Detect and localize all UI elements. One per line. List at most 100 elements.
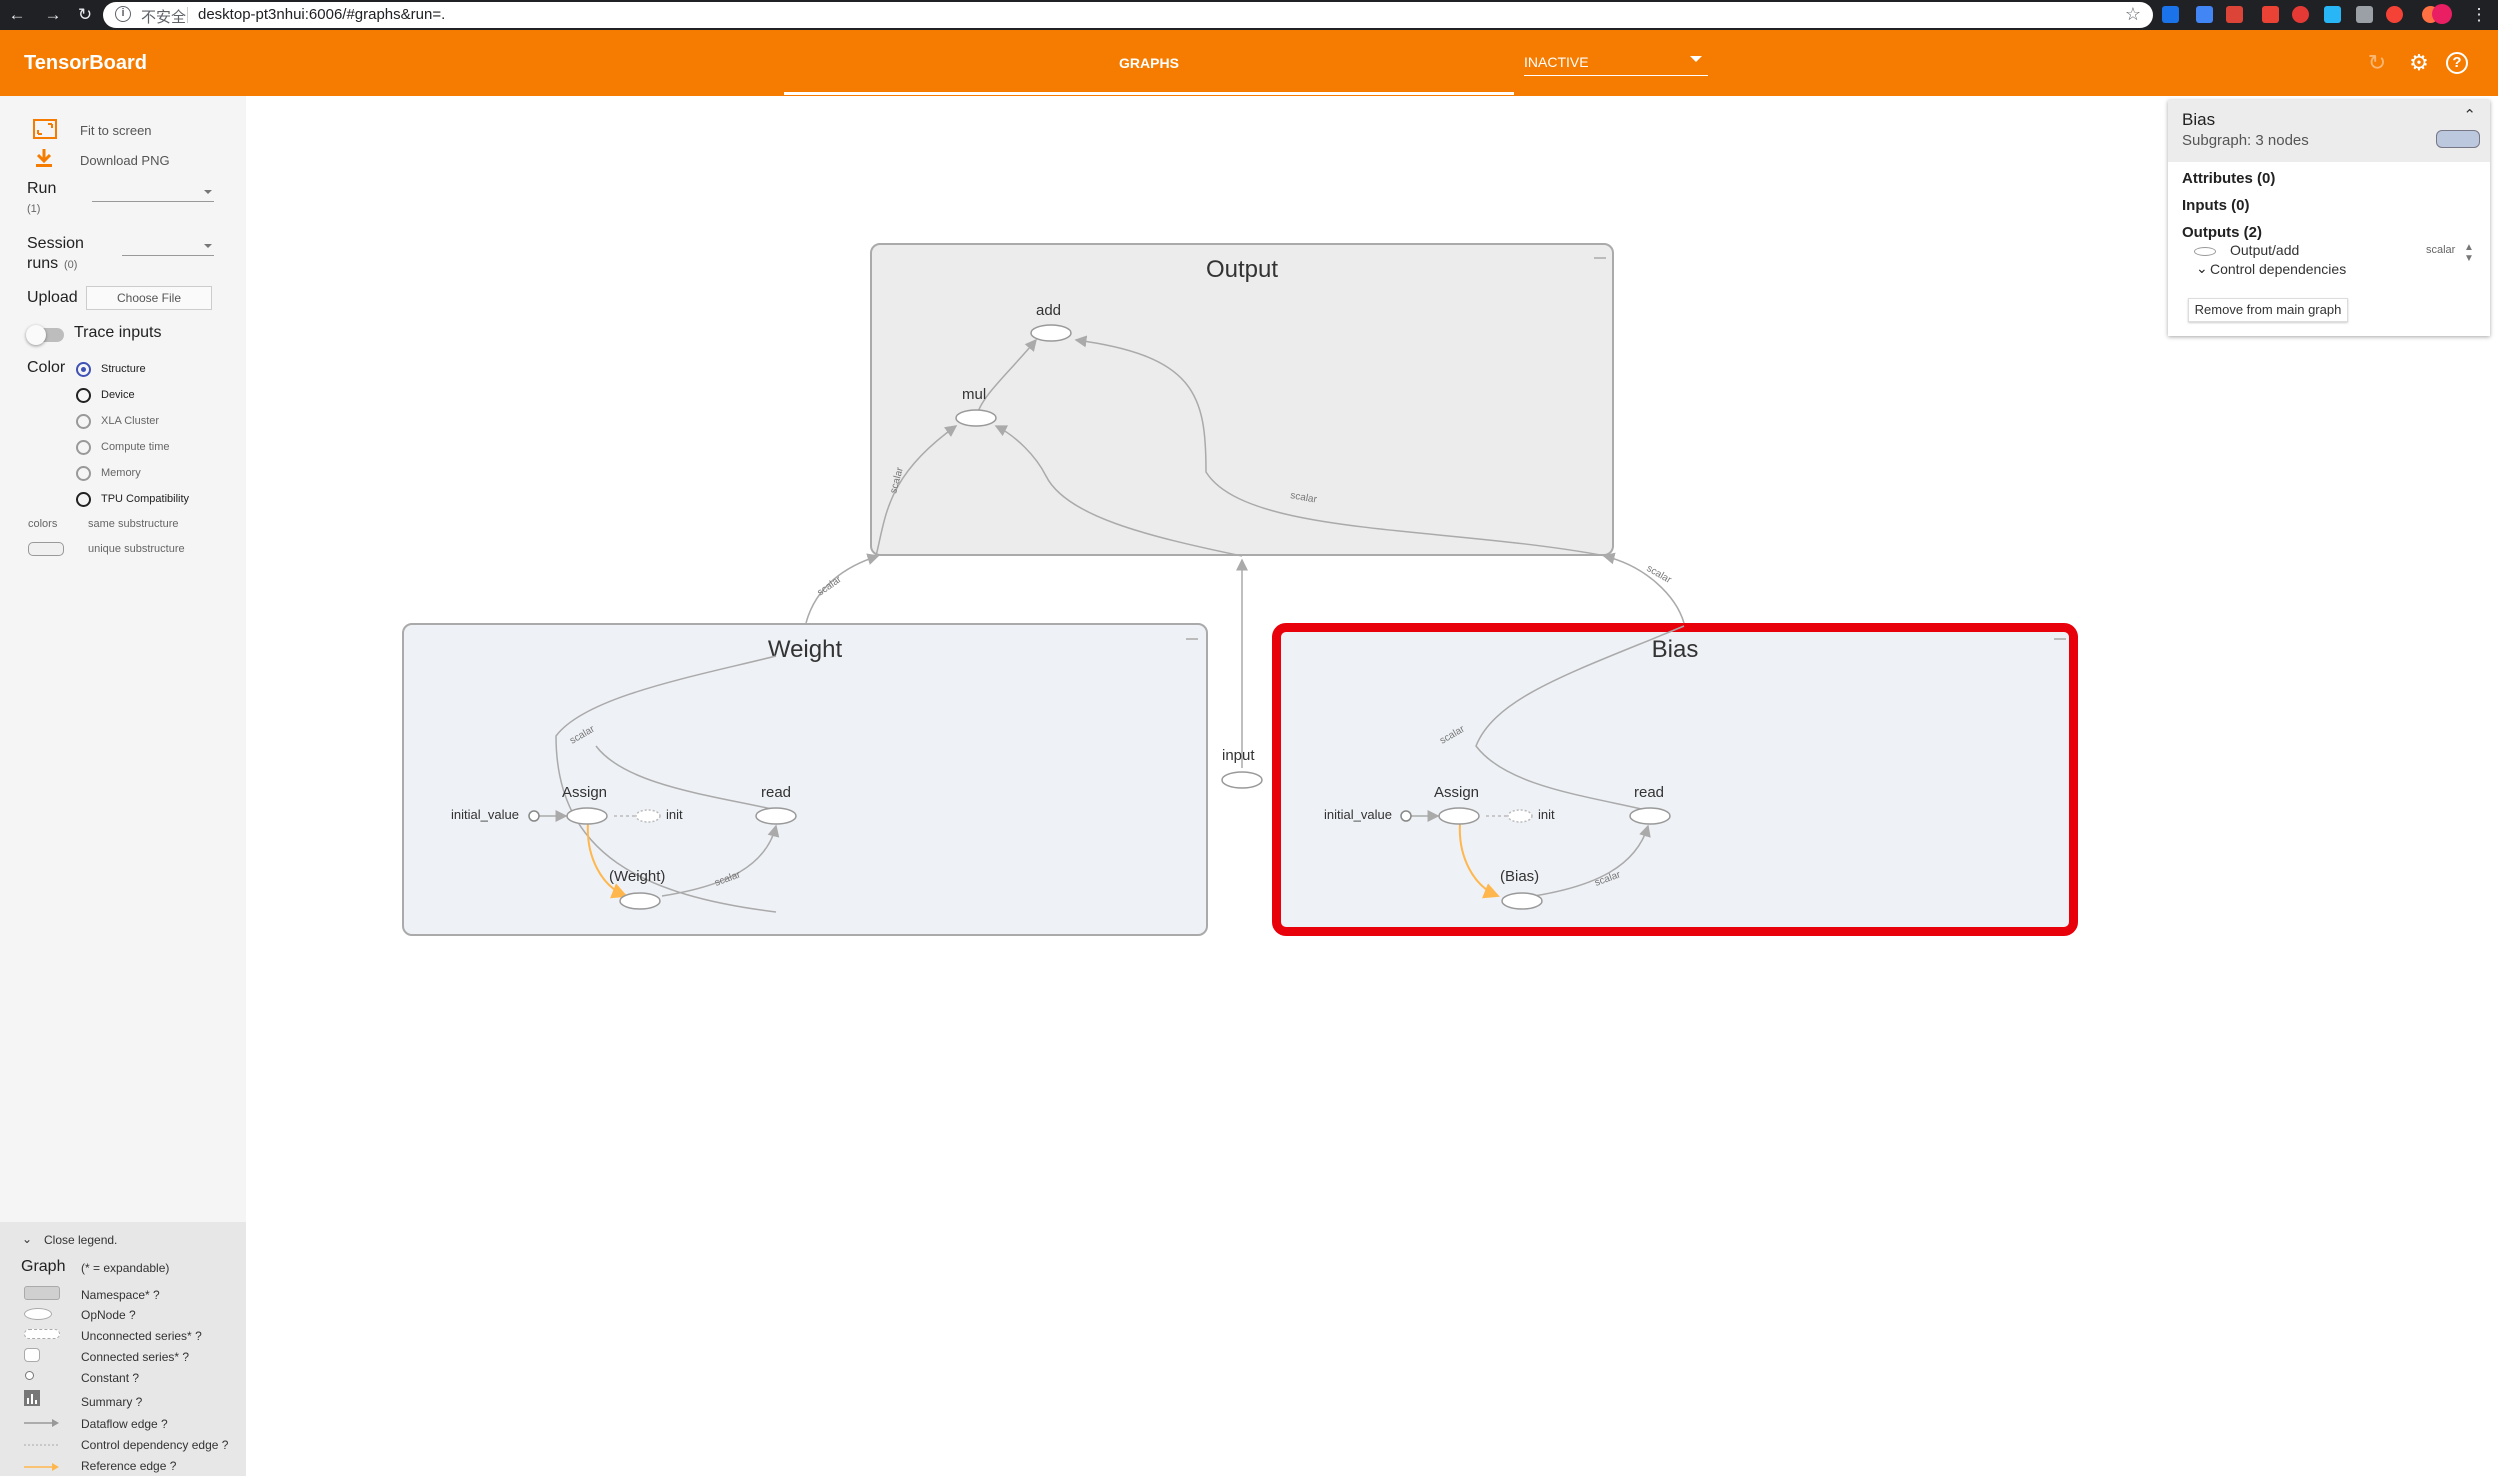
refresh-icon[interactable]: ↻ bbox=[2364, 50, 2390, 76]
edge-read-to-out-weight bbox=[595, 745, 777, 811]
edge-label-scalar: scalar bbox=[888, 466, 906, 495]
node-label-mul: mul bbox=[962, 386, 987, 403]
help-icon[interactable]: ? bbox=[2446, 52, 2468, 74]
node-label-initial-value-bias: initial_value bbox=[1324, 807, 1392, 822]
menu-dots-icon[interactable]: ⋮ bbox=[2468, 4, 2490, 26]
info-card-header: Bias Subgraph: 3 nodes ⌃ bbox=[2168, 100, 2490, 162]
node-label-init-bias: init bbox=[1538, 807, 1555, 822]
run-select[interactable] bbox=[92, 184, 214, 202]
output-item-label[interactable]: Output/add bbox=[2230, 242, 2299, 258]
radio-structure[interactable] bbox=[76, 362, 91, 377]
radio-tpu-compatibility[interactable] bbox=[76, 492, 91, 507]
bookmark-star-icon[interactable]: ☆ bbox=[2125, 4, 2141, 25]
upload-label: Upload bbox=[27, 289, 78, 306]
outputs-heading[interactable]: Outputs (2) bbox=[2182, 224, 2262, 241]
inactive-dropdown[interactable]: INACTIVE bbox=[1524, 48, 1708, 76]
color-option-compute-time: Compute time bbox=[101, 441, 170, 453]
color-option-memory: Memory bbox=[101, 467, 141, 479]
legend-unconnected-series[interactable]: Unconnected series* ? bbox=[81, 1329, 202, 1343]
chevron-up-icon[interactable]: ⌃ bbox=[2463, 106, 2476, 124]
profile-avatar[interactable] bbox=[2432, 4, 2452, 24]
graph-canvas[interactable]: Output Weight Bias scalar scalar scalar … bbox=[246, 96, 2498, 1380]
node-label-init-weight: init bbox=[666, 807, 683, 822]
legend-connected-series[interactable]: Connected series* ? bbox=[81, 1350, 189, 1364]
legend-constant[interactable]: Constant ? bbox=[81, 1371, 139, 1385]
graph-edges: scalar scalar scalar scalar scalar scala… bbox=[528, 257, 2066, 913]
app-title: TensorBoard bbox=[24, 52, 147, 74]
back-icon[interactable]: ← bbox=[6, 4, 28, 26]
edge-bias-to-output bbox=[1602, 552, 1685, 624]
legend-namespace[interactable]: Namespace* ? bbox=[81, 1288, 160, 1302]
graph-legend: ⌄ Close legend. Graph (* = expandable) N… bbox=[0, 1222, 246, 1476]
extension-icon[interactable] bbox=[2324, 6, 2341, 23]
download-icon[interactable] bbox=[33, 148, 55, 168]
gear-icon[interactable]: ⚙ bbox=[2406, 50, 2432, 76]
node-var-weight bbox=[619, 892, 661, 910]
trace-inputs-toggle[interactable] bbox=[26, 325, 64, 345]
edge-label-scalar: scalar bbox=[568, 723, 597, 746]
unconnected-series-legend-icon bbox=[24, 1329, 60, 1339]
control-deps-toggle[interactable]: ⌄ bbox=[2196, 260, 2208, 277]
scroll-arrows-icon[interactable]: ▲ ▼ bbox=[2464, 242, 2474, 264]
session-runs-select[interactable] bbox=[122, 238, 214, 256]
run-count: (1) bbox=[27, 203, 41, 215]
fit-screen-icon[interactable] bbox=[33, 119, 57, 139]
control-dependency-edge-icon bbox=[24, 1444, 60, 1446]
radio-xla-cluster[interactable] bbox=[76, 414, 91, 429]
extension-icon[interactable] bbox=[2262, 6, 2279, 23]
legend-dataflow-edge[interactable]: Dataflow edge ? bbox=[81, 1417, 168, 1431]
node-label-add: add bbox=[1036, 302, 1062, 319]
legend-opnode[interactable]: OpNode ? bbox=[81, 1308, 136, 1322]
node-initial-value-bias bbox=[1400, 810, 1412, 822]
node-assign-bias bbox=[1438, 807, 1480, 825]
reload-icon[interactable]: ↻ bbox=[74, 4, 96, 26]
close-legend-link[interactable]: Close legend. bbox=[44, 1233, 117, 1247]
edge-label-scalar: scalar bbox=[815, 574, 844, 599]
node-label-assign-bias: Assign bbox=[1434, 784, 1480, 801]
download-png-button[interactable]: Download PNG bbox=[80, 153, 170, 168]
address-bar[interactable]: i 不安全 desktop-pt3nhui:6006/#graphs&run=.… bbox=[103, 2, 2153, 28]
info-icon[interactable]: i bbox=[115, 6, 131, 22]
namespace-legend-icon bbox=[24, 1286, 60, 1300]
tab-graphs[interactable]: GRAPHS bbox=[784, 30, 1514, 96]
extension-icon[interactable] bbox=[2162, 6, 2179, 23]
constant-legend-icon bbox=[25, 1371, 34, 1380]
radio-device[interactable] bbox=[76, 388, 91, 403]
forward-icon[interactable]: → bbox=[42, 4, 64, 26]
extension-icon[interactable] bbox=[2196, 6, 2213, 23]
radio-compute-time[interactable] bbox=[76, 440, 91, 455]
node-input bbox=[1221, 771, 1263, 789]
insecure-label: 不安全 bbox=[141, 9, 187, 26]
color-option-xla-cluster: XLA Cluster bbox=[101, 415, 160, 427]
inputs-heading[interactable]: Inputs (0) bbox=[2182, 197, 2250, 214]
extension-icon[interactable] bbox=[2386, 6, 2403, 23]
remove-from-main-graph-button[interactable]: Remove from main graph bbox=[2188, 298, 2348, 322]
edge-assign-to-var-weight bbox=[586, 822, 628, 899]
node-label-input: input bbox=[1222, 747, 1255, 764]
legend-control-dependency-edge[interactable]: Control dependency edge ? bbox=[81, 1438, 228, 1452]
node-label-read-bias: read bbox=[1634, 784, 1665, 801]
node-read-weight bbox=[755, 807, 797, 825]
extension-icon[interactable] bbox=[2292, 6, 2309, 23]
node-init-weight bbox=[635, 809, 661, 823]
choose-file-button[interactable]: Choose File bbox=[86, 286, 212, 310]
url-text[interactable]: desktop-pt3nhui:6006/#graphs&run=. bbox=[198, 6, 445, 23]
attributes-heading[interactable]: Attributes (0) bbox=[2182, 170, 2275, 187]
edge-label-scalar: scalar bbox=[1289, 490, 1318, 506]
node-info-card: Bias Subgraph: 3 nodes ⌃ Attributes (0) … bbox=[2168, 100, 2490, 336]
extension-icon[interactable] bbox=[2226, 6, 2243, 23]
control-dependencies-label[interactable]: Control dependencies bbox=[2210, 261, 2346, 277]
color-option-structure: Structure bbox=[101, 363, 146, 375]
chevron-down-icon[interactable]: ⌄ bbox=[22, 1232, 32, 1246]
edge-read-out-bias bbox=[1475, 625, 1685, 811]
radio-memory[interactable] bbox=[76, 466, 91, 481]
color-option-tpu-compatibility: TPU Compatibility bbox=[101, 493, 190, 505]
fit-to-screen-button[interactable]: Fit to screen bbox=[80, 123, 152, 138]
edge-bias-to-add bbox=[1074, 335, 1607, 557]
node-var-bias bbox=[1501, 892, 1543, 910]
dataflow-edge-icon bbox=[24, 1419, 59, 1427]
legend-summary[interactable]: Summary ? bbox=[81, 1395, 142, 1409]
info-card-subtitle: Subgraph: 3 nodes bbox=[2182, 132, 2309, 149]
extension-icon[interactable] bbox=[2356, 6, 2373, 23]
legend-reference-edge[interactable]: Reference edge ? bbox=[81, 1459, 176, 1473]
